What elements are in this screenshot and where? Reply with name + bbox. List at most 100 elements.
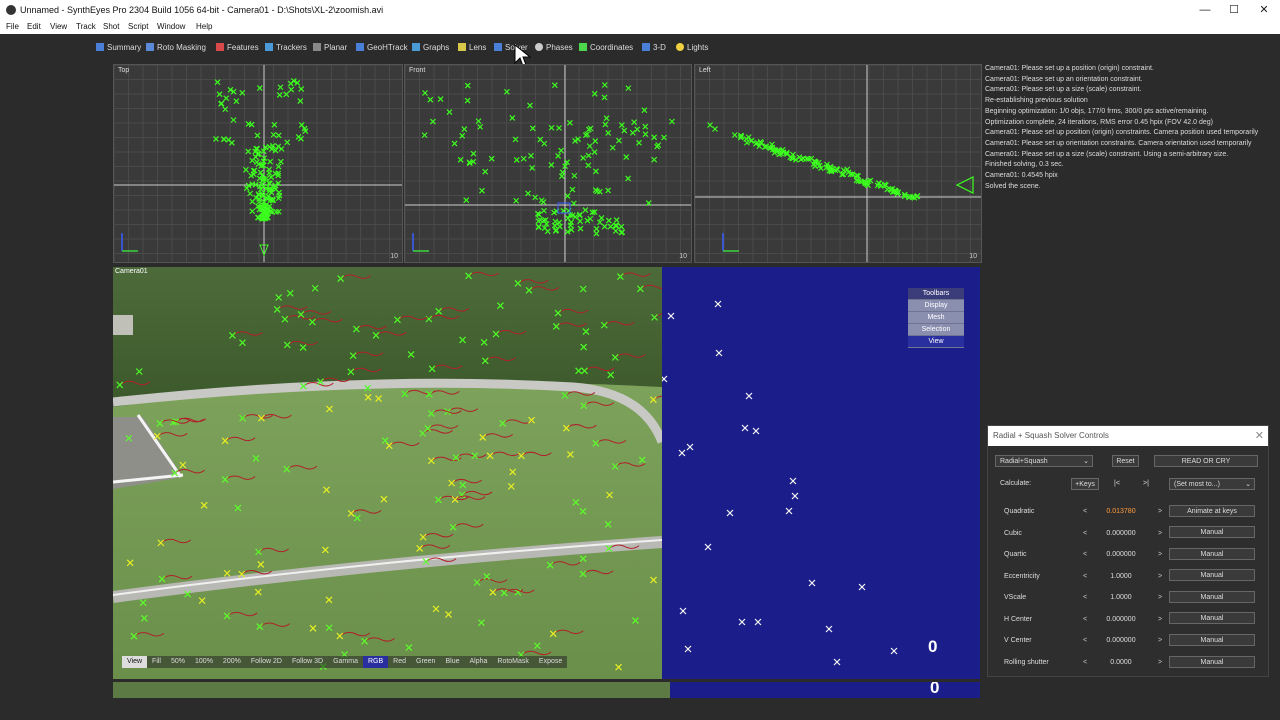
viewbar-view[interactable]: View	[122, 656, 148, 668]
decrement-icon[interactable]: <	[1083, 508, 1087, 515]
toolbar-view[interactable]: View	[908, 336, 964, 348]
manual-button[interactable]: Manual	[1169, 526, 1255, 538]
manual-button[interactable]: Manual	[1169, 656, 1255, 668]
viewbar-red[interactable]: Red	[388, 656, 411, 668]
manual-button[interactable]: Manual	[1169, 569, 1255, 581]
viewport-top-canvas[interactable]	[114, 65, 402, 262]
viewbar-100[interactable]: 100%	[190, 656, 218, 668]
param-value[interactable]: 0.000000	[1099, 637, 1143, 644]
tab-3d[interactable]: 3-D	[642, 42, 666, 54]
first-key-button[interactable]: |<	[1109, 478, 1125, 490]
increment-icon[interactable]: >	[1158, 616, 1162, 623]
param-value[interactable]: 1.0000	[1099, 594, 1143, 601]
viewport-front-canvas[interactable]	[405, 65, 691, 262]
menu-help[interactable]: Help	[196, 22, 212, 31]
read-or-cry-button[interactable]: READ OR CRY	[1154, 455, 1258, 467]
set-most-select[interactable]: (Set most to...) ⌄	[1169, 478, 1255, 490]
tab-lights[interactable]: Lights	[676, 42, 708, 54]
viewbar-green[interactable]: Green	[411, 656, 441, 668]
param-value[interactable]: 0.013780	[1099, 508, 1143, 515]
viewbar-gamma[interactable]: Gamma	[328, 656, 363, 668]
panel-title: Radial + Squash Solver Controls	[993, 431, 1109, 440]
manual-button[interactable]: Manual	[1169, 591, 1255, 603]
viewport-front[interactable]: Front 10	[404, 64, 692, 263]
viewport-top-corner: 10	[390, 253, 398, 260]
manual-button[interactable]: Manual	[1169, 548, 1255, 560]
viewbar-follow-3d[interactable]: Follow 3D	[286, 656, 329, 668]
menu-file[interactable]: File	[6, 22, 19, 31]
increment-icon[interactable]: >	[1158, 508, 1162, 515]
toolbar-mesh[interactable]: Mesh	[908, 312, 964, 324]
toolbar-display[interactable]: Display	[908, 300, 964, 312]
tab-lens[interactable]: Lens	[458, 42, 486, 54]
front-view-point	[585, 152, 592, 159]
menu-shot[interactable]: Shot	[103, 22, 119, 31]
top-view-point	[276, 92, 283, 98]
param-value[interactable]: 1.0000	[1099, 573, 1143, 580]
decrement-icon[interactable]: <	[1083, 594, 1087, 601]
top-view-point	[245, 148, 252, 155]
viewbar-fill[interactable]: Fill	[147, 656, 166, 668]
viewbar-50[interactable]: 50%	[166, 656, 191, 668]
decrement-icon[interactable]: <	[1083, 637, 1087, 644]
tab-geohtrack[interactable]: GeoHTrack	[356, 42, 408, 54]
front-view-point	[538, 197, 545, 204]
tab-roto-masking[interactable]: Roto Masking	[146, 42, 206, 54]
menu-edit[interactable]: Edit	[27, 22, 41, 31]
toolbar-selection[interactable]: Selection	[908, 324, 964, 336]
viewbar-rotomask[interactable]: RotoMask	[492, 656, 534, 668]
decrement-icon[interactable]: <	[1083, 659, 1087, 666]
param-value[interactable]: 0.000000	[1099, 551, 1143, 558]
viewbar-follow-2d[interactable]: Follow 2D	[245, 656, 287, 668]
viewport-left[interactable]: Left 10	[694, 64, 982, 263]
tab-features[interactable]: Features	[216, 42, 259, 54]
manual-button[interactable]: Manual	[1169, 634, 1255, 646]
maximize-button[interactable]: ☐	[1219, 2, 1249, 18]
viewbar-rgb[interactable]: RGB	[362, 656, 389, 668]
camera-viewport[interactable]: Camera01	[113, 267, 662, 679]
viewbar-alpha[interactable]: Alpha	[464, 656, 493, 668]
tab-trackers[interactable]: Trackers	[265, 42, 307, 54]
tab-phases[interactable]: Phases	[535, 42, 573, 54]
tab-planar[interactable]: Planar	[313, 42, 347, 54]
panel-close-icon[interactable]: ✕	[1255, 426, 1264, 446]
top-view-point	[249, 208, 256, 215]
menu-track[interactable]: Track	[76, 22, 96, 31]
menu-view[interactable]: View	[50, 22, 67, 31]
menu-script[interactable]: Script	[128, 22, 148, 31]
viewbar-200[interactable]: 200%	[217, 656, 246, 668]
increment-icon[interactable]: >	[1158, 637, 1162, 644]
last-key-button[interactable]: >|	[1138, 478, 1154, 490]
viewbar-expose[interactable]: Expose	[533, 656, 568, 668]
decrement-icon[interactable]: <	[1083, 573, 1087, 580]
tab-summary[interactable]: Summary	[96, 42, 141, 54]
manual-button[interactable]: Manual	[1169, 612, 1255, 624]
front-view-point	[520, 155, 527, 162]
reset-button[interactable]: Reset	[1112, 455, 1139, 467]
increment-icon[interactable]: >	[1158, 659, 1162, 666]
camera-image[interactable]	[113, 267, 662, 679]
viewport-left-canvas[interactable]	[695, 65, 981, 262]
param-value[interactable]: 0.000000	[1099, 616, 1143, 623]
increment-icon[interactable]: >	[1158, 573, 1162, 580]
mode-select[interactable]: Radial+Squash ⌄	[995, 455, 1093, 467]
animate-at-keys-button[interactable]: Animate at keys	[1169, 505, 1255, 517]
viewport-top[interactable]: Top 10	[113, 64, 403, 263]
perspective-point	[752, 427, 760, 435]
second-camera-strip[interactable]: 0	[113, 682, 980, 698]
increment-icon[interactable]: >	[1158, 551, 1162, 558]
minimize-button[interactable]: —	[1190, 2, 1220, 18]
viewbar-blue[interactable]: Blue	[440, 656, 465, 668]
increment-icon[interactable]: >	[1158, 594, 1162, 601]
keys-button[interactable]: +Keys	[1071, 478, 1099, 490]
menu-window[interactable]: Window	[157, 22, 185, 31]
decrement-icon[interactable]: <	[1083, 551, 1087, 558]
tab-graphs[interactable]: Graphs	[412, 42, 449, 54]
param-value[interactable]: 0.000000	[1099, 530, 1143, 537]
decrement-icon[interactable]: <	[1083, 530, 1087, 537]
param-value[interactable]: 0.0000	[1099, 659, 1143, 666]
close-button[interactable]: ✕	[1249, 2, 1279, 18]
increment-icon[interactable]: >	[1158, 530, 1162, 537]
decrement-icon[interactable]: <	[1083, 616, 1087, 623]
tab-coordinates[interactable]: Coordinates	[579, 42, 633, 54]
